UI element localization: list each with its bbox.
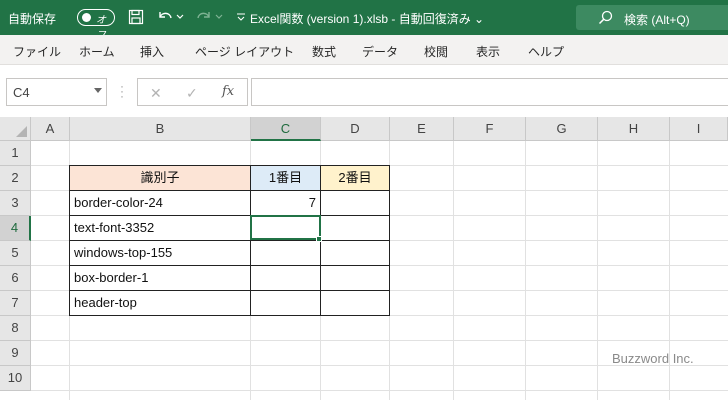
table-header-identifier[interactable]: 識別子 — [70, 166, 250, 191]
name-box-value: C4 — [13, 85, 30, 100]
column-header-g[interactable]: G — [526, 117, 598, 141]
table-cell[interactable]: text-font-3352 — [70, 216, 250, 241]
gridline — [31, 390, 728, 391]
table-cell[interactable] — [321, 191, 389, 216]
menu-view[interactable]: 表示 — [476, 43, 500, 60]
column-header-a[interactable]: A — [31, 117, 70, 141]
table-cell[interactable] — [321, 216, 389, 241]
table-border — [69, 265, 390, 266]
watermark: Buzzword Inc. — [612, 351, 694, 366]
menu-home[interactable]: ホーム — [79, 43, 115, 60]
insert-function-icon[interactable]: fx — [222, 84, 234, 99]
table-cell[interactable] — [321, 241, 389, 266]
select-all-icon — [16, 126, 27, 137]
table-cell[interactable]: box-border-1 — [70, 266, 250, 291]
table-border — [69, 240, 390, 241]
row-header-1[interactable]: 1 — [0, 141, 31, 166]
column-header-i[interactable]: I — [670, 117, 728, 141]
menu-insert[interactable]: 挿入 — [140, 43, 164, 60]
column-header-d[interactable]: D — [321, 117, 390, 141]
worksheet-grid: A B C D E F G H I 1 2 3 4 5 6 7 8 9 10 識… — [0, 117, 728, 400]
table-cell[interactable] — [321, 266, 389, 291]
column-header-e[interactable]: E — [390, 117, 454, 141]
row-header-6[interactable]: 6 — [0, 266, 31, 291]
undo-icon[interactable] — [155, 7, 175, 27]
menu-help[interactable]: ヘルプ — [528, 43, 564, 60]
column-header-h[interactable]: H — [598, 117, 670, 141]
name-box-dropdown-icon[interactable] — [94, 88, 102, 93]
column-header-b[interactable]: B — [70, 117, 251, 141]
table-cell[interactable]: header-top — [70, 291, 250, 316]
search-box[interactable]: 検索 (Alt+Q) — [576, 5, 728, 30]
row-header-8[interactable]: 8 — [0, 316, 31, 341]
enter-icon[interactable]: ✓ — [186, 85, 198, 102]
column-header-f[interactable]: F — [454, 117, 526, 141]
table-cell[interactable]: 7 — [251, 191, 320, 216]
fill-handle[interactable] — [316, 236, 322, 242]
row-header-7[interactable]: 7 — [0, 291, 31, 316]
column-header-c[interactable]: C — [251, 117, 321, 141]
gridline — [597, 141, 598, 400]
row-header-10[interactable]: 10 — [0, 366, 31, 391]
gridline — [389, 141, 390, 400]
toggle-knob — [82, 13, 91, 22]
table-cell[interactable]: border-color-24 — [70, 191, 250, 216]
formula-buttons: ✕ ✓ fx — [137, 78, 248, 106]
autosave-toggle[interactable]: オフ — [77, 9, 115, 41]
undo-dropdown-icon[interactable] — [174, 7, 186, 27]
redo-icon[interactable] — [194, 7, 214, 27]
menu-formulas[interactable]: 数式 — [312, 43, 336, 60]
table-border — [69, 290, 390, 291]
document-title[interactable]: Excel関数 (version 1).xlsb - 自動回復済み ⌄ — [250, 10, 590, 27]
search-label: 検索 (Alt+Q) — [624, 13, 690, 27]
gridline — [31, 340, 728, 341]
active-cell-selection[interactable] — [250, 215, 321, 240]
table-cell[interactable] — [251, 241, 320, 266]
menu-file[interactable]: ファイル — [13, 43, 61, 60]
save-icon[interactable] — [126, 7, 146, 27]
menu-data[interactable]: データ — [362, 43, 398, 60]
formula-bar-grip-icon[interactable]: · · · — [120, 80, 124, 102]
redo-dropdown-icon[interactable] — [213, 7, 225, 27]
table-header-second[interactable]: 2番目 — [321, 166, 389, 191]
table-cell[interactable]: windows-top-155 — [70, 241, 250, 266]
table-cell[interactable] — [251, 266, 320, 291]
table-cell[interactable] — [251, 291, 320, 316]
ribbon-menu: ファイル ホーム 挿入 ページ レイアウト 数式 データ 校閲 表示 ヘルプ — [0, 35, 728, 65]
cancel-icon[interactable]: ✕ — [150, 85, 162, 102]
autosave-label: 自動保存 — [8, 12, 57, 26]
name-box[interactable]: C4 — [6, 78, 107, 106]
table-border — [69, 190, 390, 191]
menu-page-layout[interactable]: ページ レイアウト — [195, 43, 294, 60]
formula-input[interactable] — [251, 78, 728, 106]
row-header-3[interactable]: 3 — [0, 191, 31, 216]
search-icon — [598, 10, 613, 30]
formula-bar-area: C4 · · · ✕ ✓ fx — [0, 66, 728, 116]
table-border — [69, 215, 390, 216]
row-header-4[interactable]: 4 — [0, 216, 31, 241]
title-bar: 自動保存 オフ Excel関数 (version 1).xlsb - 自動回復済… — [0, 0, 728, 41]
row-header-9[interactable]: 9 — [0, 341, 31, 366]
row-header-2[interactable]: 2 — [0, 166, 31, 191]
gridline — [453, 141, 454, 400]
customize-toolbar-icon[interactable] — [233, 7, 249, 27]
menu-review[interactable]: 校閲 — [424, 43, 448, 60]
table-header-first[interactable]: 1番目 — [251, 166, 320, 191]
row-header-5[interactable]: 5 — [0, 241, 31, 266]
select-all-button[interactable] — [0, 117, 31, 141]
gridline — [525, 141, 526, 400]
table-cell[interactable] — [321, 291, 389, 316]
